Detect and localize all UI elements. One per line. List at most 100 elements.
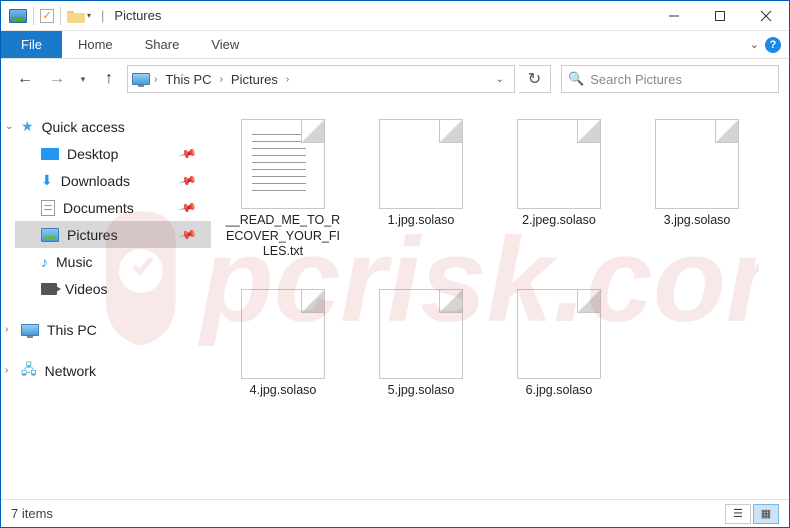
refresh-button[interactable]: ↻ bbox=[519, 65, 551, 93]
star-icon: ★ bbox=[21, 118, 34, 135]
tree-label: Documents bbox=[63, 200, 134, 216]
desktop-icon bbox=[41, 148, 59, 160]
this-pc-icon bbox=[21, 324, 39, 336]
ribbon-tabs: File Home Share View ⌄ ? bbox=[1, 31, 789, 59]
tree-label: Network bbox=[45, 363, 96, 379]
file-name-label: 2.jpeg.solaso bbox=[522, 213, 596, 229]
tree-documents[interactable]: Documents 📌 bbox=[15, 194, 211, 221]
pin-icon: 📌 bbox=[178, 171, 198, 191]
close-button[interactable] bbox=[743, 1, 789, 31]
pin-icon: 📌 bbox=[178, 225, 198, 245]
back-button[interactable]: ← bbox=[11, 65, 39, 93]
chevron-down-icon: ▾ bbox=[87, 11, 91, 20]
chevron-right-icon[interactable]: › bbox=[5, 365, 8, 376]
file-name-label: 4.jpg.solaso bbox=[250, 383, 317, 399]
chevron-right-icon[interactable]: › bbox=[5, 324, 8, 335]
home-tab[interactable]: Home bbox=[62, 31, 129, 58]
qat-separator bbox=[33, 7, 34, 25]
breadcrumb-this-pc[interactable]: This PC bbox=[161, 70, 215, 89]
document-icon bbox=[41, 200, 55, 216]
file-name-label: 6.jpg.solaso bbox=[526, 383, 593, 399]
tree-label: Downloads bbox=[61, 173, 130, 189]
tree-label: Quick access bbox=[42, 119, 125, 135]
view-tab[interactable]: View bbox=[195, 31, 255, 58]
pin-icon: 📌 bbox=[178, 198, 198, 218]
file-item[interactable]: 4.jpg.solaso bbox=[219, 281, 347, 451]
minimize-button[interactable] bbox=[651, 1, 697, 31]
file-list[interactable]: __READ_ME_TO_RECOVER_YOUR_FILES.txt 1.jpg… bbox=[211, 99, 789, 489]
help-button[interactable]: ? bbox=[765, 37, 781, 53]
ribbon-expand-button[interactable]: ⌄ bbox=[750, 38, 759, 51]
chevron-right-icon[interactable]: › bbox=[154, 74, 157, 85]
tree-music[interactable]: ♪ Music bbox=[15, 248, 211, 275]
tree-desktop[interactable]: Desktop 📌 bbox=[15, 140, 211, 167]
music-icon: ♪ bbox=[41, 254, 48, 270]
tree-videos[interactable]: Videos bbox=[15, 275, 211, 302]
tree-label: This PC bbox=[47, 322, 97, 338]
file-item[interactable]: 6.jpg.solaso bbox=[495, 281, 623, 451]
network-icon: 🖧 bbox=[21, 359, 37, 383]
thumbnails-view-button[interactable]: ▦ bbox=[753, 504, 779, 524]
status-item-count: 7 items bbox=[11, 506, 53, 521]
file-item[interactable]: 3.jpg.solaso bbox=[633, 111, 761, 281]
qat-separator bbox=[60, 7, 61, 25]
file-item[interactable]: __READ_ME_TO_RECOVER_YOUR_FILES.txt bbox=[219, 111, 347, 281]
up-button[interactable]: ↑ bbox=[95, 65, 123, 93]
chevron-down-icon[interactable]: ⌄ bbox=[5, 121, 13, 132]
tree-label: Videos bbox=[65, 281, 108, 297]
window-title: Pictures bbox=[114, 8, 161, 23]
chevron-right-icon[interactable]: › bbox=[286, 74, 289, 85]
tree-label: Desktop bbox=[67, 146, 118, 162]
blank-file-icon bbox=[517, 119, 601, 209]
file-item[interactable]: 5.jpg.solaso bbox=[357, 281, 485, 451]
blank-file-icon bbox=[241, 289, 325, 379]
file-item[interactable]: 2.jpeg.solaso bbox=[495, 111, 623, 281]
chevron-right-icon[interactable]: › bbox=[220, 74, 223, 85]
maximize-icon bbox=[714, 10, 726, 22]
search-placeholder: Search Pictures bbox=[590, 72, 682, 87]
qat-new-folder-button[interactable]: ▾ bbox=[67, 9, 91, 23]
address-dropdown-button[interactable]: ⌄ bbox=[490, 74, 510, 85]
close-icon bbox=[760, 10, 772, 22]
navigation-pane: ⌄ ★ Quick access Desktop 📌 ⬇ Downloads 📌… bbox=[1, 99, 211, 489]
details-view-button[interactable]: ☰ bbox=[725, 504, 751, 524]
text-file-icon bbox=[241, 119, 325, 209]
file-name-label: __READ_ME_TO_RECOVER_YOUR_FILES.txt bbox=[224, 213, 342, 260]
status-bar: 7 items ☰ ▦ bbox=[1, 499, 789, 527]
qat-properties-button[interactable]: ✓ bbox=[40, 9, 54, 23]
share-tab[interactable]: Share bbox=[129, 31, 196, 58]
address-bar[interactable]: › This PC › Pictures › ⌄ bbox=[127, 65, 515, 93]
recent-locations-button[interactable]: ▾ bbox=[75, 74, 91, 85]
title-bar: ✓ ▾ | Pictures bbox=[1, 1, 789, 31]
tree-label: Music bbox=[56, 254, 93, 270]
file-tab[interactable]: File bbox=[1, 31, 62, 58]
blank-file-icon bbox=[379, 119, 463, 209]
navigation-row: ← → ▾ ↑ › This PC › Pictures › ⌄ ↻ 🔍 Sea… bbox=[1, 59, 789, 99]
breadcrumb-pictures[interactable]: Pictures bbox=[227, 70, 282, 89]
this-pc-icon bbox=[132, 73, 150, 85]
folder-icon bbox=[67, 9, 85, 23]
tree-network[interactable]: › 🖧 Network bbox=[15, 357, 211, 384]
tree-label: Pictures bbox=[67, 227, 118, 243]
file-name-label: 1.jpg.solaso bbox=[388, 213, 455, 229]
tree-quick-access[interactable]: ⌄ ★ Quick access bbox=[15, 113, 211, 140]
blank-file-icon bbox=[655, 119, 739, 209]
forward-button[interactable]: → bbox=[43, 65, 71, 93]
pin-icon: 📌 bbox=[178, 144, 198, 164]
video-icon bbox=[41, 283, 57, 295]
title-separator: | bbox=[101, 8, 104, 23]
search-input[interactable]: 🔍 Search Pictures bbox=[561, 65, 779, 93]
blank-file-icon bbox=[517, 289, 601, 379]
tree-this-pc[interactable]: › This PC bbox=[15, 316, 211, 343]
file-name-label: 3.jpg.solaso bbox=[664, 213, 731, 229]
download-icon: ⬇ bbox=[41, 172, 53, 189]
pictures-icon bbox=[41, 228, 59, 242]
maximize-button[interactable] bbox=[697, 1, 743, 31]
search-icon: 🔍 bbox=[568, 71, 584, 87]
minimize-icon bbox=[668, 10, 680, 22]
tree-pictures[interactable]: Pictures 📌 bbox=[15, 221, 211, 248]
file-item[interactable]: 1.jpg.solaso bbox=[357, 111, 485, 281]
app-icon[interactable] bbox=[9, 9, 27, 23]
tree-downloads[interactable]: ⬇ Downloads 📌 bbox=[15, 167, 211, 194]
blank-file-icon bbox=[379, 289, 463, 379]
